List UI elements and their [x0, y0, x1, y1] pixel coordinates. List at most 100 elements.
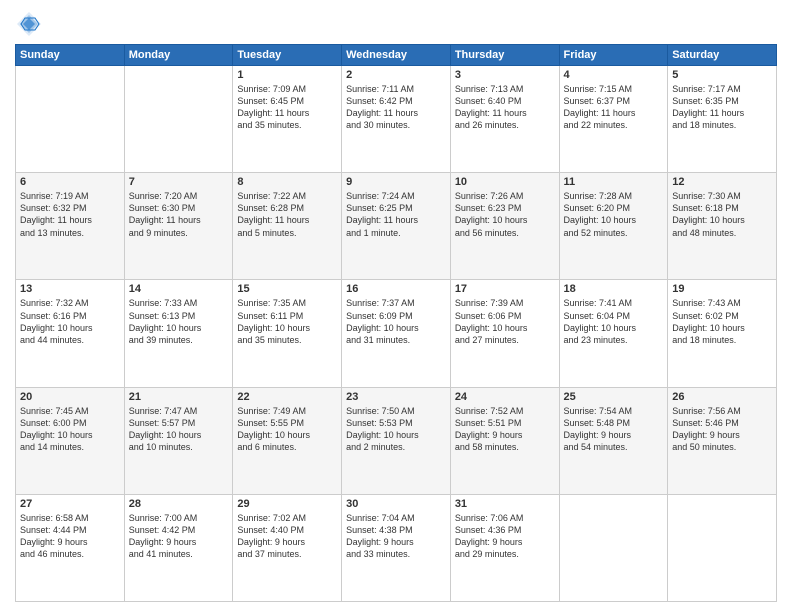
cell-info: Sunrise: 7:15 AM Sunset: 6:37 PM Dayligh… — [564, 83, 664, 132]
cell-info: Sunrise: 7:49 AM Sunset: 5:55 PM Dayligh… — [237, 405, 337, 454]
day-number: 27 — [20, 498, 120, 510]
calendar-cell: 4 Sunrise: 7:15 AM Sunset: 6:37 PM Daylig… — [559, 66, 668, 173]
cell-info: Sunrise: 7:50 AM Sunset: 5:53 PM Dayligh… — [346, 405, 446, 454]
calendar-week-1: 1 Sunrise: 7:09 AM Sunset: 6:45 PM Daylig… — [16, 66, 777, 173]
day-header-friday: Friday — [559, 45, 668, 66]
calendar-cell: 13Sunrise: 7:32 AM Sunset: 6:16 PM Dayli… — [16, 280, 125, 387]
day-number: 19 — [672, 283, 772, 295]
day-number: 17 — [455, 283, 555, 295]
calendar-cell: 3 Sunrise: 7:13 AM Sunset: 6:40 PM Daylig… — [450, 66, 559, 173]
day-number: 23 — [346, 391, 446, 403]
calendar-cell: 1 Sunrise: 7:09 AM Sunset: 6:45 PM Daylig… — [233, 66, 342, 173]
logo — [15, 10, 47, 38]
calendar-cell: 29Sunrise: 7:02 AM Sunset: 4:40 PM Dayli… — [233, 494, 342, 601]
day-header-tuesday: Tuesday — [233, 45, 342, 66]
day-header-saturday: Saturday — [668, 45, 777, 66]
cell-info: Sunrise: 7:28 AM Sunset: 6:20 PM Dayligh… — [564, 190, 664, 239]
cell-info: Sunrise: 7:33 AM Sunset: 6:13 PM Dayligh… — [129, 297, 229, 346]
calendar-week-4: 20 Sunrise: 7:45 AM Sunset: 6:00 PM Dayli… — [16, 387, 777, 494]
cell-info: Sunrise: 7:45 AM Sunset: 6:00 PM Dayligh… — [20, 405, 120, 454]
cell-info: Sunrise: 7:26 AM Sunset: 6:23 PM Dayligh… — [455, 190, 555, 239]
calendar-cell: 9 Sunrise: 7:24 AM Sunset: 6:25 PM Daylig… — [342, 173, 451, 280]
day-number: 21 — [129, 391, 229, 403]
day-number: 12 — [672, 176, 772, 188]
day-number: 13 — [20, 283, 120, 295]
day-number: 31 — [455, 498, 555, 510]
cell-info: Sunrise: 6:58 AM Sunset: 4:44 PM Dayligh… — [20, 512, 120, 561]
day-header-wednesday: Wednesday — [342, 45, 451, 66]
day-number: 18 — [564, 283, 664, 295]
calendar-cell: 2 Sunrise: 7:11 AM Sunset: 6:42 PM Daylig… — [342, 66, 451, 173]
day-number: 3 — [455, 69, 555, 81]
day-number: 2 — [346, 69, 446, 81]
day-header-sunday: Sunday — [16, 45, 125, 66]
calendar-cell: 14 Sunrise: 7:33 AM Sunset: 6:13 PM Dayli… — [124, 280, 233, 387]
calendar-cell: 21 Sunrise: 7:47 AM Sunset: 5:57 PM Dayli… — [124, 387, 233, 494]
day-number: 4 — [564, 69, 664, 81]
calendar-cell: 11 Sunrise: 7:28 AM Sunset: 6:20 PM Dayli… — [559, 173, 668, 280]
calendar-cell: 17 Sunrise: 7:39 AM Sunset: 6:06 PM Dayli… — [450, 280, 559, 387]
calendar-cell: 19 Sunrise: 7:43 AM Sunset: 6:02 PM Dayli… — [668, 280, 777, 387]
cell-info: Sunrise: 7:11 AM Sunset: 6:42 PM Dayligh… — [346, 83, 446, 132]
cell-info: Sunrise: 7:06 AM Sunset: 4:36 PM Dayligh… — [455, 512, 555, 561]
cell-info: Sunrise: 7:19 AM Sunset: 6:32 PM Dayligh… — [20, 190, 120, 239]
cell-info: Sunrise: 7:17 AM Sunset: 6:35 PM Dayligh… — [672, 83, 772, 132]
calendar-cell: 5 Sunrise: 7:17 AM Sunset: 6:35 PM Daylig… — [668, 66, 777, 173]
calendar-cell: 6Sunrise: 7:19 AM Sunset: 6:32 PM Daylig… — [16, 173, 125, 280]
cell-info: Sunrise: 7:20 AM Sunset: 6:30 PM Dayligh… — [129, 190, 229, 239]
cell-info: Sunrise: 7:52 AM Sunset: 5:51 PM Dayligh… — [455, 405, 555, 454]
day-number: 14 — [129, 283, 229, 295]
calendar-cell — [559, 494, 668, 601]
day-number: 22 — [237, 391, 337, 403]
calendar-cell: 10 Sunrise: 7:26 AM Sunset: 6:23 PM Dayli… — [450, 173, 559, 280]
calendar-cell: 7 Sunrise: 7:20 AM Sunset: 6:30 PM Daylig… — [124, 173, 233, 280]
calendar-cell: 8 Sunrise: 7:22 AM Sunset: 6:28 PM Daylig… — [233, 173, 342, 280]
header — [15, 10, 777, 38]
calendar-table: SundayMondayTuesdayWednesdayThursdayFrid… — [15, 44, 777, 602]
day-number: 9 — [346, 176, 446, 188]
day-number: 16 — [346, 283, 446, 295]
day-header-monday: Monday — [124, 45, 233, 66]
calendar-cell — [668, 494, 777, 601]
calendar-cell: 15Sunrise: 7:35 AM Sunset: 6:11 PM Dayli… — [233, 280, 342, 387]
calendar-week-2: 6Sunrise: 7:19 AM Sunset: 6:32 PM Daylig… — [16, 173, 777, 280]
logo-icon — [15, 10, 43, 38]
calendar-cell: 30 Sunrise: 7:04 AM Sunset: 4:38 PM Dayli… — [342, 494, 451, 601]
cell-info: Sunrise: 7:39 AM Sunset: 6:06 PM Dayligh… — [455, 297, 555, 346]
day-number: 28 — [129, 498, 229, 510]
calendar-header-row: SundayMondayTuesdayWednesdayThursdayFrid… — [16, 45, 777, 66]
day-header-thursday: Thursday — [450, 45, 559, 66]
day-number: 20 — [20, 391, 120, 403]
calendar-cell: 22 Sunrise: 7:49 AM Sunset: 5:55 PM Dayli… — [233, 387, 342, 494]
cell-info: Sunrise: 7:09 AM Sunset: 6:45 PM Dayligh… — [237, 83, 337, 132]
day-number: 24 — [455, 391, 555, 403]
calendar-cell: 20 Sunrise: 7:45 AM Sunset: 6:00 PM Dayli… — [16, 387, 125, 494]
cell-info: Sunrise: 7:02 AM Sunset: 4:40 PM Dayligh… — [237, 512, 337, 561]
day-number: 7 — [129, 176, 229, 188]
cell-info: Sunrise: 7:13 AM Sunset: 6:40 PM Dayligh… — [455, 83, 555, 132]
cell-info: Sunrise: 7:37 AM Sunset: 6:09 PM Dayligh… — [346, 297, 446, 346]
day-number: 5 — [672, 69, 772, 81]
cell-info: Sunrise: 7:43 AM Sunset: 6:02 PM Dayligh… — [672, 297, 772, 346]
calendar-cell: 28 Sunrise: 7:00 AM Sunset: 4:42 PM Dayli… — [124, 494, 233, 601]
calendar-cell: 24 Sunrise: 7:52 AM Sunset: 5:51 PM Dayli… — [450, 387, 559, 494]
calendar-cell: 18 Sunrise: 7:41 AM Sunset: 6:04 PM Dayli… — [559, 280, 668, 387]
cell-info: Sunrise: 7:54 AM Sunset: 5:48 PM Dayligh… — [564, 405, 664, 454]
day-number: 30 — [346, 498, 446, 510]
cell-info: Sunrise: 7:41 AM Sunset: 6:04 PM Dayligh… — [564, 297, 664, 346]
cell-info: Sunrise: 7:22 AM Sunset: 6:28 PM Dayligh… — [237, 190, 337, 239]
page: SundayMondayTuesdayWednesdayThursdayFrid… — [0, 0, 792, 612]
day-number: 11 — [564, 176, 664, 188]
calendar-week-3: 13Sunrise: 7:32 AM Sunset: 6:16 PM Dayli… — [16, 280, 777, 387]
day-number: 1 — [237, 69, 337, 81]
cell-info: Sunrise: 7:47 AM Sunset: 5:57 PM Dayligh… — [129, 405, 229, 454]
day-number: 10 — [455, 176, 555, 188]
calendar-cell: 16 Sunrise: 7:37 AM Sunset: 6:09 PM Dayli… — [342, 280, 451, 387]
cell-info: Sunrise: 7:04 AM Sunset: 4:38 PM Dayligh… — [346, 512, 446, 561]
day-number: 15 — [237, 283, 337, 295]
cell-info: Sunrise: 7:24 AM Sunset: 6:25 PM Dayligh… — [346, 190, 446, 239]
day-number: 8 — [237, 176, 337, 188]
cell-info: Sunrise: 7:00 AM Sunset: 4:42 PM Dayligh… — [129, 512, 229, 561]
calendar-cell — [124, 66, 233, 173]
cell-info: Sunrise: 7:56 AM Sunset: 5:46 PM Dayligh… — [672, 405, 772, 454]
